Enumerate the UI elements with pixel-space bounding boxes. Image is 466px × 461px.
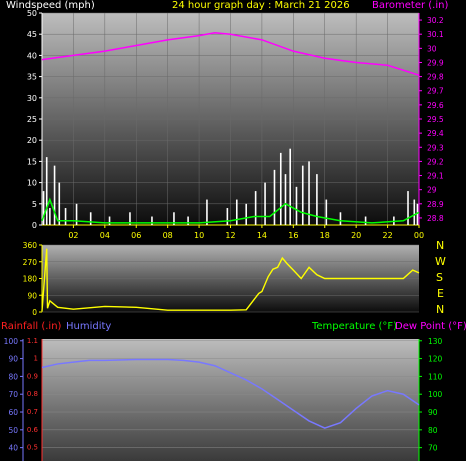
temp-y-tick-label: 130 [428, 337, 443, 346]
direction-y-tick-label: 0 [32, 308, 37, 317]
rain-y-tick-label: 1 [34, 355, 38, 363]
temp-y-tick-label: 90 [428, 408, 438, 417]
time-x-tick-label: 04 [100, 231, 110, 240]
temp-y-tick-label: 100 [428, 390, 443, 399]
baro-y-tick-label: 29 [427, 186, 437, 195]
humidity-y-tick-label: 70 [8, 390, 18, 399]
humidity-plot-area [42, 339, 419, 461]
wind-y-tick-label: 10 [27, 179, 37, 188]
humidity-y-tick-label: 80 [8, 372, 18, 381]
baro-y-tick-label: 29.2 [427, 157, 444, 166]
compass-label-south: S [436, 271, 443, 284]
chart-title: 24 hour graph day : March 21 2026 [172, 0, 350, 11]
direction-y-tick-label: 360 [23, 241, 38, 250]
barometer-axis-label: Barometer (.in) [372, 0, 449, 11]
time-x-tick-label: 02 [68, 231, 78, 240]
rain-y-tick-label: 0.9 [27, 372, 38, 380]
rain-y-tick-label: 0.5 [27, 444, 38, 452]
baro-y-tick-label: 29.9 [427, 58, 444, 67]
time-x-tick-label: 10 [194, 231, 204, 240]
rain-y-tick-label: 1.1 [27, 337, 38, 345]
weather-graphs: 0 5 10 15 20 25 30 35 40 45 50 28.8 28.9 29 29.1 29.2 29… [0, 0, 466, 461]
wind-y-tick-label: 15 [27, 157, 37, 166]
wind-axis-label: Windspeed (mph) [6, 0, 95, 11]
time-x-tick-label: 06 [131, 231, 141, 240]
rain-y-tick-label: 0.8 [27, 390, 38, 398]
compass-label-east: E [437, 287, 444, 300]
baro-y-tick-label: 29.4 [427, 129, 444, 138]
baro-y-tick-label: 30.2 [427, 16, 444, 25]
direction-y-tick-label: 180 [23, 275, 38, 284]
baro-y-tick-label: 29.6 [427, 101, 444, 110]
compass-label-north-top: N [436, 239, 445, 252]
baro-y-tick-label: 29.1 [427, 172, 444, 181]
wind-y-tick-label: 30 [27, 94, 37, 103]
temp-y-tick-label: 80 [428, 426, 438, 435]
rain-y-tick-label: 0.7 [27, 408, 38, 416]
time-x-tick-label: 00 [414, 231, 424, 240]
humidity-y-tick-label: 100 [4, 337, 19, 346]
temp-y-tick-label: 110 [428, 372, 443, 381]
time-x-tick-label: 08 [163, 231, 173, 240]
time-x-tick-label: 18 [320, 231, 330, 240]
temp-y-tick-label: 70 [428, 444, 438, 453]
wind-y-tick-label: 25 [27, 115, 37, 124]
baro-y-tick-label: 29.8 [427, 73, 444, 82]
humidity-y-tick-label: 60 [8, 408, 18, 417]
direction-y-tick-label: 270 [23, 258, 38, 267]
humidity-y-tick-label: 50 [8, 426, 18, 435]
compass-label-north-bottom: N [436, 303, 445, 316]
baro-y-tick-label: 29.3 [427, 143, 444, 152]
humidity-y-tick-label: 40 [8, 444, 18, 453]
temperature-axis-label: Temperature (°F) [312, 321, 398, 332]
wind-y-tick-label: 0 [32, 221, 37, 230]
wind-y-tick-label: 45 [27, 30, 37, 39]
wind-y-tick-label: 5 [32, 200, 37, 209]
wind-y-tick-label: 20 [27, 136, 37, 145]
compass-label-west: W [435, 255, 446, 268]
time-x-tick-label: 16 [288, 231, 298, 240]
baro-y-tick-label: 29.7 [427, 87, 444, 96]
time-x-tick-label: 22 [382, 231, 392, 240]
time-x-tick-label: 12 [225, 231, 235, 240]
weather-chart-svg: 0510152025303540455028.828.92929.129.229… [4, 9, 444, 461]
baro-y-tick-label: 30.1 [427, 30, 444, 39]
temp-y-tick-label: 120 [428, 355, 443, 364]
direction-y-tick-label: 90 [27, 291, 37, 300]
rainfall-axis-label: Rainfall (.in) [1, 321, 62, 332]
dewpoint-axis-label: Dew Point (°F) [395, 321, 466, 332]
time-x-tick-label: 14 [257, 231, 267, 240]
baro-y-tick-label: 29.5 [427, 115, 444, 124]
wind-y-tick-label: 40 [27, 51, 37, 60]
time-x-tick-label: 20 [351, 231, 361, 240]
humidity-axis-label: Humidity [66, 321, 112, 332]
baro-y-tick-label: 28.8 [427, 214, 444, 223]
baro-y-tick-label: 30 [427, 44, 437, 53]
humidity-y-tick-label: 90 [8, 355, 18, 364]
wind-y-tick-label: 35 [27, 73, 37, 82]
rain-y-tick-label: 0.6 [27, 426, 39, 434]
baro-y-tick-label: 28.9 [427, 200, 444, 209]
